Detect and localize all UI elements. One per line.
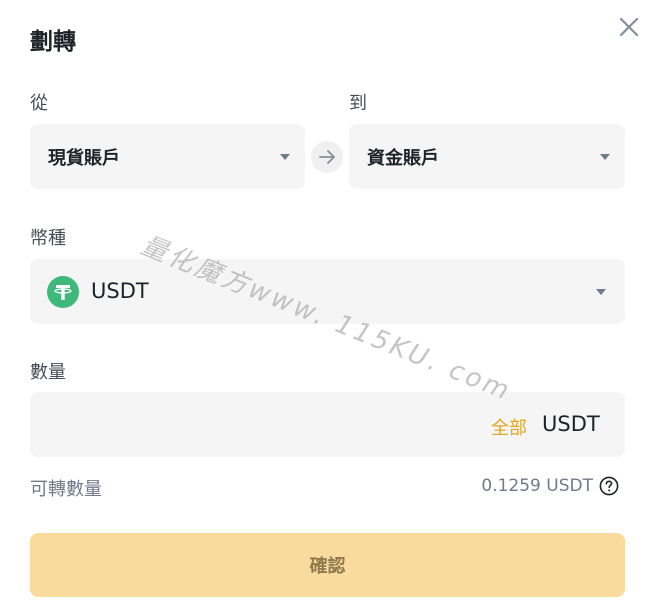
swap-arrow-icon[interactable] xyxy=(311,141,343,173)
chevron-down-icon xyxy=(280,154,290,160)
confirm-button[interactable]: 確認 xyxy=(30,533,625,597)
amount-unit: USDT xyxy=(542,412,600,436)
close-icon[interactable] xyxy=(614,12,644,42)
chevron-down-icon xyxy=(600,154,610,160)
tether-icon xyxy=(47,276,79,308)
help-question-icon[interactable] xyxy=(599,476,619,496)
to-account-select[interactable]: 資金賬戶 xyxy=(349,124,625,189)
amount-label: 數量 xyxy=(30,362,66,383)
to-account-value: 資金賬戶 xyxy=(367,148,439,169)
coin-symbol: USDT xyxy=(91,279,149,303)
available-value: 0.1259 USDT xyxy=(481,476,593,496)
amount-field: 全部 USDT xyxy=(30,392,625,457)
available-label: 可轉數量 xyxy=(30,479,102,500)
chevron-down-icon xyxy=(596,289,606,295)
to-label: 到 xyxy=(349,93,367,114)
dialog-title: 劃轉 xyxy=(30,29,76,55)
max-all-button[interactable]: 全部 xyxy=(491,414,527,440)
from-label: 從 xyxy=(30,93,48,114)
coin-label: 幣種 xyxy=(30,228,66,249)
amount-input[interactable] xyxy=(48,408,472,440)
from-account-select[interactable]: 現貨賬戶 xyxy=(30,124,305,189)
from-account-value: 現貨賬戶 xyxy=(48,148,120,169)
